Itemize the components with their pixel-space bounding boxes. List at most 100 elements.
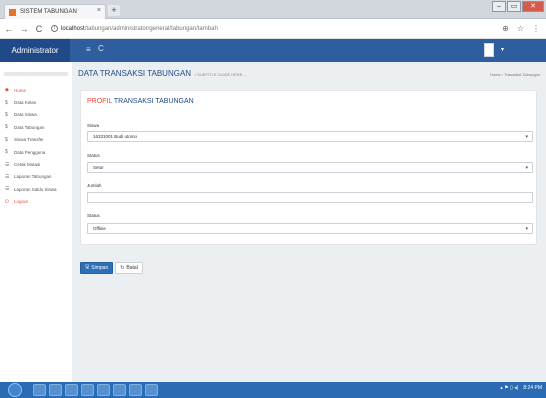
sidebar-item-icon: ⏻ [5,198,9,205]
url-path: /tabungan/administrator/general/tabungan… [84,25,218,32]
status-select[interactable]: Setor ▾ [87,162,533,173]
save-icon: 🖫 [85,264,90,270]
sidebar-item-icon: $ [5,99,8,106]
zoom-icon[interactable]: ⊕ [502,24,509,33]
sidebar-item-icon: ☰ [5,186,10,193]
sidebar-item-laporan-tabungan[interactable]: ☰ Laporan Tabungan [0,171,72,183]
bookmark-star-icon[interactable]: ☆ [517,24,524,33]
sidebar-item-label: Home [14,87,27,93]
taskbar-app-folder[interactable] [49,384,62,396]
taskbar-app-media[interactable] [65,384,78,396]
browser-tab[interactable]: SISTEM TABUNGAN × [4,4,106,19]
form-actions: 🖫 Simpan ↻ Batal [80,262,143,274]
favicon-icon [9,8,16,16]
os-taskbar: ▴ ⚑ ▯ ◂) 8:24 PM [0,382,546,398]
cancel-label: Batal [126,265,138,271]
jumlah-input[interactable] [87,192,533,203]
brand-logo[interactable]: Administrator [0,39,70,62]
chevron-down-icon: ▾ [525,225,528,232]
info-icon[interactable]: i [51,25,58,32]
taskbar-app-excel[interactable] [129,384,142,396]
reload-button[interactable]: C [33,24,45,34]
taskbar-app-firefox[interactable] [81,384,94,396]
chevron-down-icon: ▾ [525,164,528,171]
sidebar-item-label: Siswa Transfer [14,137,44,143]
box-title-transaksi: TRANSAKSI TABUNGAN [113,98,194,105]
breadcrumb[interactable]: Home › Transaksi Tabungan [490,72,540,77]
clock[interactable]: 8:24 PM [523,385,542,391]
sidebar-item-icon: $ [5,124,8,131]
page-header: DATA TRANSAKSI TABUNGAN / SUBTITLE GUIDE… [78,69,246,78]
status2-select[interactable]: Offline ▾ [87,223,533,234]
sidebar-item-siswa-transfer[interactable]: $ Siswa Transfer [0,134,72,146]
minimize-button[interactable]: – [492,1,506,12]
taskbar-app-word[interactable] [113,384,126,396]
siswa-value: 16331001 Budi utomo [93,134,138,139]
new-tab-button[interactable]: + [108,5,120,16]
tab-close-icon[interactable]: × [97,7,101,14]
siswa-select[interactable]: 16331001 Budi utomo ▾ [87,131,533,142]
url-field[interactable]: i localhost /tabungan/administrator/gene… [51,25,218,32]
sidebar-item-icon: $ [5,111,8,118]
status2-value: Offline [93,226,106,231]
sidebar-item-label: Data Siswa [14,112,37,118]
cancel-button[interactable]: ↻ Batal [115,262,143,274]
box-title-profil: PROFIL [87,98,113,105]
taskbar-app-ie[interactable] [33,384,46,396]
sidebar-item-data-kelas[interactable]: $ Data Kelas [0,96,72,108]
tab-title: SISTEM TABUNGAN [20,9,77,15]
system-tray: ▴ ⚑ ▯ ◂) 8:24 PM [500,385,542,391]
sidebar-item-icon: ☰ [5,173,10,180]
sidebar-item-cetak-mutasi[interactable]: ☰ Cetak Mutasi [0,158,72,170]
sidebar-item-label: Data Pengguna [14,149,46,155]
siswa-label: Siswa [87,123,100,128]
browser-titlebar: SISTEM TABUNGAN × + – ▭ ✕ [0,0,546,19]
taskbar-apps [33,384,158,396]
taskbar-app-other[interactable] [145,384,158,396]
sidebar-item-logout[interactable]: ⏻ Logout [0,196,72,208]
sidebar-item-icon: $ [5,136,8,143]
status-value: Setor [93,165,104,170]
address-bar: ← → C i localhost /tabungan/administrato… [0,19,546,39]
sidebar-item-label: Data Tabungan [14,124,45,130]
jumlah-label: Jumlah [87,183,102,188]
refresh-icon[interactable]: C [98,44,104,53]
page-title: DATA TRANSAKSI TABUNGAN [78,69,192,78]
page-subtitle: / SUBTITLE GUIDE HERE... [195,72,246,77]
status-label: Status [87,153,100,158]
sidebar-item-data-siswa[interactable]: $ Data Siswa [0,109,72,121]
browser-menu-icon[interactable]: ⋮ [532,24,540,33]
user-menu-caret-icon[interactable]: ▾ [501,46,504,53]
forward-button[interactable]: → [18,24,30,34]
window-controls: – ▭ ✕ [492,1,544,12]
url-host: localhost [61,25,85,32]
hamburger-icon[interactable]: ≡ [86,45,91,54]
chevron-down-icon: ▾ [525,133,528,140]
start-button[interactable] [8,383,22,397]
sidebar: ◆ Home $ Data Kelas $ Data Siswa $ Data Tabunga… [0,62,72,382]
back-button[interactable]: ← [3,24,15,34]
avatar[interactable] [484,43,494,57]
sidebar-item-label: Laporan Saldo Siswa [14,186,57,192]
save-label: Simpan [91,265,109,271]
box-title: PROFIL TRANSAKSI TABUNGAN [87,98,194,105]
sidebar-item-data-tabungan[interactable]: $ Data Tabungan [0,121,72,133]
save-button[interactable]: 🖫 Simpan [80,262,114,274]
main-content: DATA TRANSAKSI TABUNGAN / SUBTITLE GUIDE… [72,62,546,382]
reset-icon: ↻ [120,265,125,271]
taskbar-app-chrome[interactable] [97,384,110,396]
sidebar-item-laporan-saldo-siswa[interactable]: ☰ Laporan Saldo Siswa [0,183,72,195]
maximize-button[interactable]: ▭ [507,1,521,12]
tray-icons[interactable]: ▴ ⚑ ▯ ◂) [500,385,518,391]
sidebar-item-home[interactable]: ◆ Home [0,84,72,96]
sidebar-item-icon: $ [5,149,8,156]
sidebar-item-icon: ◆ [5,87,9,94]
sidebar-item-label: Logout [14,199,28,205]
sidebar-item-data-pengguna[interactable]: $ Data Pengguna [0,146,72,158]
sidebar-search[interactable] [4,72,68,76]
sidebar-item-label: Data Kelas [14,100,37,106]
close-window-button[interactable]: ✕ [522,1,544,12]
status2-label: Status [87,213,100,218]
sidebar-item-icon: ☰ [5,161,10,168]
form-box: PROFIL TRANSAKSI TABUNGAN Siswa 16331001… [80,90,537,245]
